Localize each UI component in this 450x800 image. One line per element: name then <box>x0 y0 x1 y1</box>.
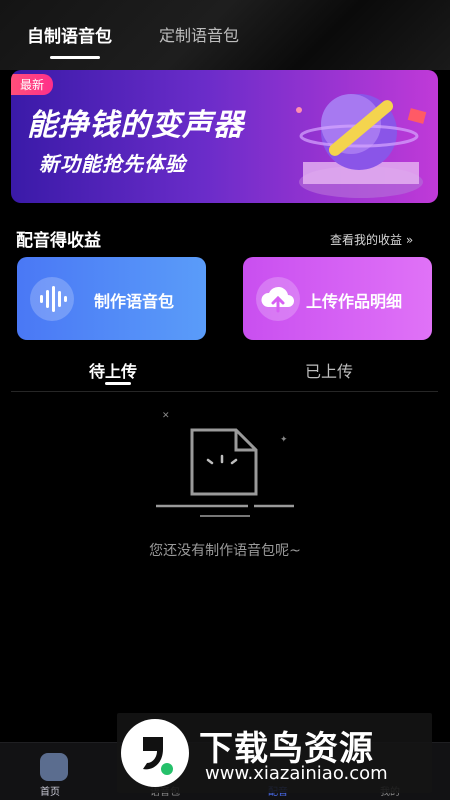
banner-subtitle: 新功能抢先体验 <box>39 152 186 176</box>
top-tabs: 自制语音包 定制语音包 <box>0 14 450 60</box>
make-voice-pack-button[interactable]: 制作语音包 <box>17 257 206 340</box>
view-earnings-link[interactable]: 查看我的收益 » <box>330 231 413 248</box>
nav-home[interactable]: 首页 <box>40 783 60 798</box>
make-voice-pack-label: 制作语音包 <box>94 292 175 311</box>
tab-pending[interactable]: 待上传 <box>89 358 137 382</box>
tab-active-indicator <box>50 56 100 59</box>
cloud-upload-icon <box>256 277 300 321</box>
divider <box>11 391 438 392</box>
banner-title: 能挣钱的变声器 <box>27 108 244 143</box>
empty-document-icon: ✕ ✦ <box>156 411 294 517</box>
planet-illustration <box>296 94 427 198</box>
watermark-url: www.xiazainiao.com <box>205 763 388 784</box>
waveform-icon <box>30 277 74 321</box>
tab-self-made[interactable]: 自制语音包 <box>27 22 112 47</box>
watermark: 下载鸟资源 www.xiazainiao.com <box>117 713 432 793</box>
upload-details-label: 上传作品明细 <box>306 292 403 311</box>
empty-state-message: 您还没有制作语音包呢~ <box>149 543 301 559</box>
bird-logo-icon <box>121 719 189 787</box>
svg-text:✕: ✕ <box>162 411 170 421</box>
earnings-title: 配音得收益 <box>16 231 101 251</box>
promo-banner[interactable]: 最新 能挣钱的变声器 新功能抢先体验 <box>11 70 438 203</box>
home-icon[interactable] <box>40 753 68 781</box>
upload-details-button[interactable]: 上传作品明细 <box>243 257 432 340</box>
svg-text:✦: ✦ <box>280 435 288 445</box>
tab-uploaded[interactable]: 已上传 <box>305 358 353 382</box>
subtab-active-indicator <box>105 382 131 385</box>
new-badge: 最新 <box>11 74 54 95</box>
tab-custom[interactable]: 定制语音包 <box>159 22 239 46</box>
